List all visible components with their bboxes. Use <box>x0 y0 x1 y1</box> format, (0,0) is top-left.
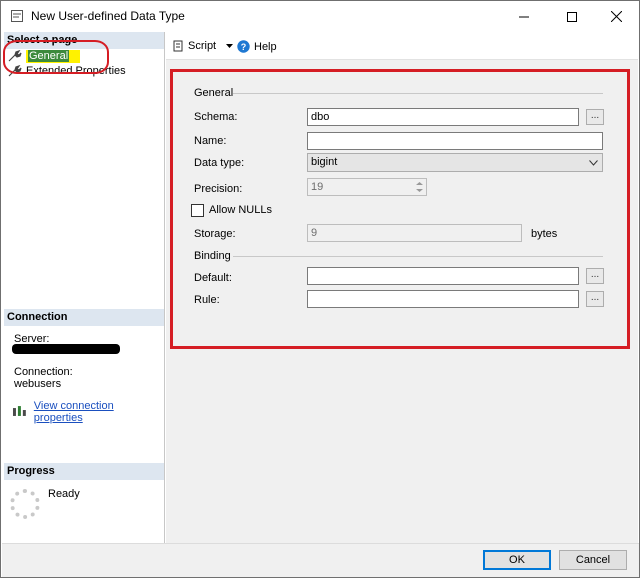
connection-label: Connection: <box>14 366 73 378</box>
general-group-label: General <box>194 87 234 99</box>
progress-spinner-icon <box>10 489 40 519</box>
storage-field: 9 <box>307 224 522 242</box>
datatype-select[interactable]: bigint <box>307 153 603 172</box>
rule-label: Rule: <box>194 294 220 306</box>
default-browse-button[interactable]: ... <box>586 268 604 284</box>
script-label: Script <box>188 40 217 52</box>
minimize-icon <box>519 16 529 17</box>
left-pane: Select a page General Extended Propertie… <box>4 32 165 543</box>
rule-input[interactable] <box>307 290 579 308</box>
progress-status: Ready <box>48 488 80 500</box>
allow-nulls-checkbox[interactable] <box>191 204 204 217</box>
rule-browse-button[interactable]: ... <box>586 291 604 307</box>
precision-value: 19 <box>311 181 324 193</box>
name-label: Name: <box>194 135 227 147</box>
help-button[interactable]: ? Help <box>237 40 277 53</box>
schema-input[interactable]: dbo <box>307 108 579 126</box>
precision-label: Precision: <box>194 183 243 195</box>
title-bar: New User-defined Data Type <box>1 1 639 32</box>
script-icon <box>173 40 183 52</box>
progress-header: Progress <box>4 463 164 480</box>
connection-value: webusers <box>14 378 62 390</box>
binding-group-line <box>233 256 603 257</box>
allow-nulls-label: Allow NULLs <box>209 204 272 216</box>
button-bar: OK Cancel <box>2 543 639 577</box>
storage-unit: bytes <box>531 228 558 240</box>
connection-properties-icon <box>12 406 26 416</box>
spin-arrows-icon <box>416 182 423 192</box>
name-input[interactable] <box>307 132 603 150</box>
datatype-label: Data type: <box>194 157 245 169</box>
precision-stepper[interactable]: 19 <box>307 178 427 196</box>
toolbar: Script ? Help <box>166 32 638 60</box>
chevron-down-icon <box>226 43 234 48</box>
maximize-button[interactable] <box>549 1 595 32</box>
view-connection-properties[interactable]: View connection properties <box>12 400 164 424</box>
close-icon <box>610 11 622 22</box>
datatype-icon <box>11 10 23 22</box>
help-icon: ? <box>237 40 250 53</box>
annotation-circle <box>3 40 109 74</box>
ok-button[interactable]: OK <box>483 550 551 570</box>
close-button[interactable] <box>593 1 639 32</box>
general-group-line <box>233 93 603 94</box>
window-title: New User-defined Data Type <box>31 9 185 23</box>
binding-group-label: Binding <box>194 250 231 262</box>
minimize-button[interactable] <box>501 1 547 32</box>
help-label: Help <box>254 40 277 53</box>
cancel-button[interactable]: Cancel <box>559 550 627 570</box>
connection-header: Connection <box>4 309 164 326</box>
view-connection-link[interactable]: View connection properties <box>34 400 164 424</box>
maximize-icon <box>567 11 577 22</box>
dialog-window: New User-defined Data Type Select a page… <box>0 0 640 578</box>
default-input[interactable] <box>307 267 579 285</box>
storage-label: Storage: <box>194 228 236 240</box>
default-label: Default: <box>194 272 232 284</box>
script-button[interactable]: Script <box>172 40 234 52</box>
svg-text:?: ? <box>241 42 247 52</box>
chevron-down-icon <box>589 160 598 166</box>
schema-label: Schema: <box>194 111 238 123</box>
redacted-server-name <box>12 344 120 354</box>
schema-browse-button[interactable]: ... <box>586 109 604 125</box>
datatype-value: bigint <box>311 156 338 168</box>
